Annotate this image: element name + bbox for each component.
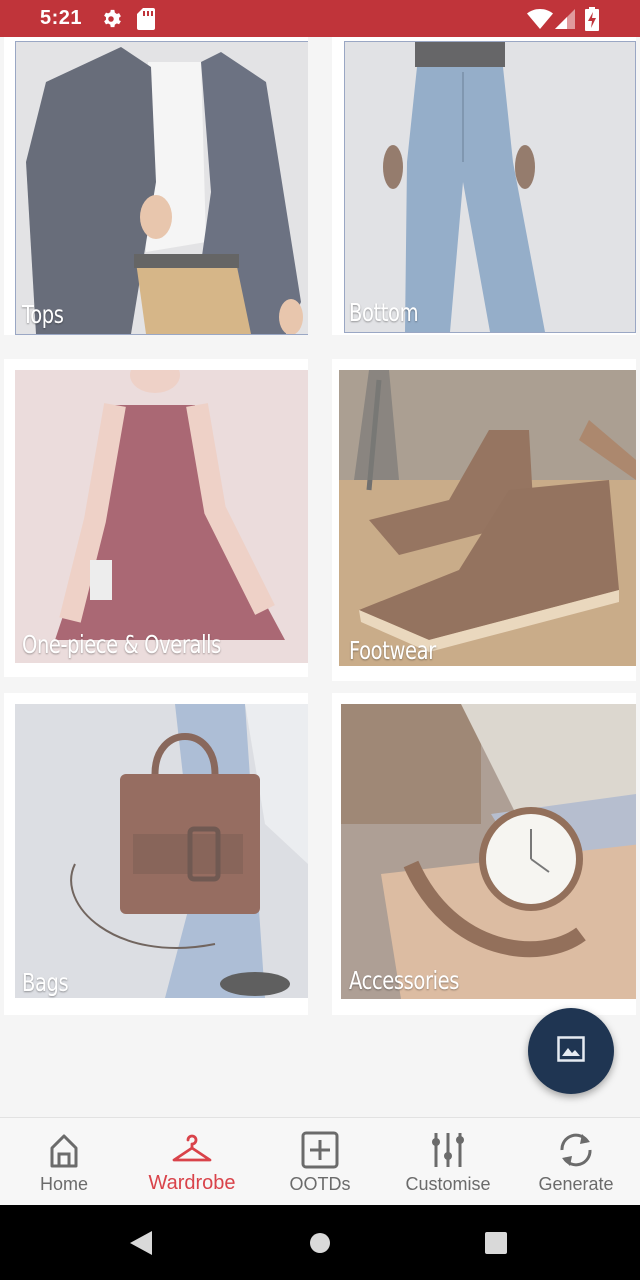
image-icon (557, 1036, 585, 1066)
nav-item-customise[interactable]: Customise (384, 1118, 512, 1206)
bags-photo (15, 704, 308, 998)
plus-square-icon (300, 1130, 340, 1170)
nav-label-generate: Generate (538, 1174, 614, 1194)
settings-gear-icon (100, 8, 122, 34)
category-label-tops: Tops (22, 300, 64, 329)
nav-item-home[interactable]: Home (0, 1118, 128, 1206)
bottom-navigation: Home Wardrobe OOTDs Customise Generate (0, 1117, 640, 1206)
wardrobe-category-grid: Tops Bottom One-piece & Overalls Footwea… (0, 37, 640, 1117)
battery-charging-icon (585, 7, 599, 35)
cell-signal-icon (555, 9, 575, 33)
footwear-photo (339, 370, 636, 666)
back-icon[interactable] (128, 1230, 154, 1260)
nav-label-wardrobe: Wardrobe (148, 1172, 236, 1194)
home-icon (44, 1130, 84, 1170)
one-piece-photo (15, 370, 308, 663)
nav-item-ootds[interactable]: OOTDs (256, 1118, 384, 1206)
system-navigation-bar (0, 1205, 640, 1280)
category-card-footwear[interactable]: Footwear (332, 359, 636, 681)
sd-card-icon (137, 8, 155, 34)
category-label-bags: Bags (22, 968, 69, 997)
nav-label-customise: Customise (405, 1174, 491, 1194)
nav-item-generate[interactable]: Generate (512, 1118, 640, 1206)
tops-photo (15, 41, 308, 335)
nav-label-ootds: OOTDs (289, 1174, 351, 1194)
wifi-icon (527, 9, 553, 33)
category-label-footwear: Footwear (349, 636, 436, 665)
sliders-icon (428, 1130, 468, 1170)
refresh-icon (556, 1130, 596, 1170)
category-card-bags[interactable]: Bags (4, 693, 308, 1015)
home-circle-icon[interactable] (309, 1232, 331, 1258)
nav-label-home: Home (39, 1174, 88, 1194)
nav-item-wardrobe[interactable]: Wardrobe (128, 1118, 256, 1206)
category-card-tops[interactable]: Tops (4, 37, 308, 335)
bottom-photo (344, 41, 636, 333)
category-card-accessories[interactable]: Accessories (332, 693, 636, 1015)
recents-square-icon[interactable] (484, 1231, 508, 1259)
status-time: 5:21 (40, 7, 83, 29)
hanger-icon (172, 1130, 212, 1170)
accessories-photo (341, 704, 636, 999)
category-card-bottom[interactable]: Bottom (332, 37, 636, 335)
category-label-accessories: Accessories (349, 966, 459, 995)
category-label-one-piece: One-piece & Overalls (22, 630, 221, 659)
category-label-bottom: Bottom (349, 298, 419, 327)
status-bar: 5:21 (0, 0, 640, 37)
add-image-fab[interactable] (528, 1008, 614, 1094)
category-card-one-piece[interactable]: One-piece & Overalls (4, 359, 308, 677)
